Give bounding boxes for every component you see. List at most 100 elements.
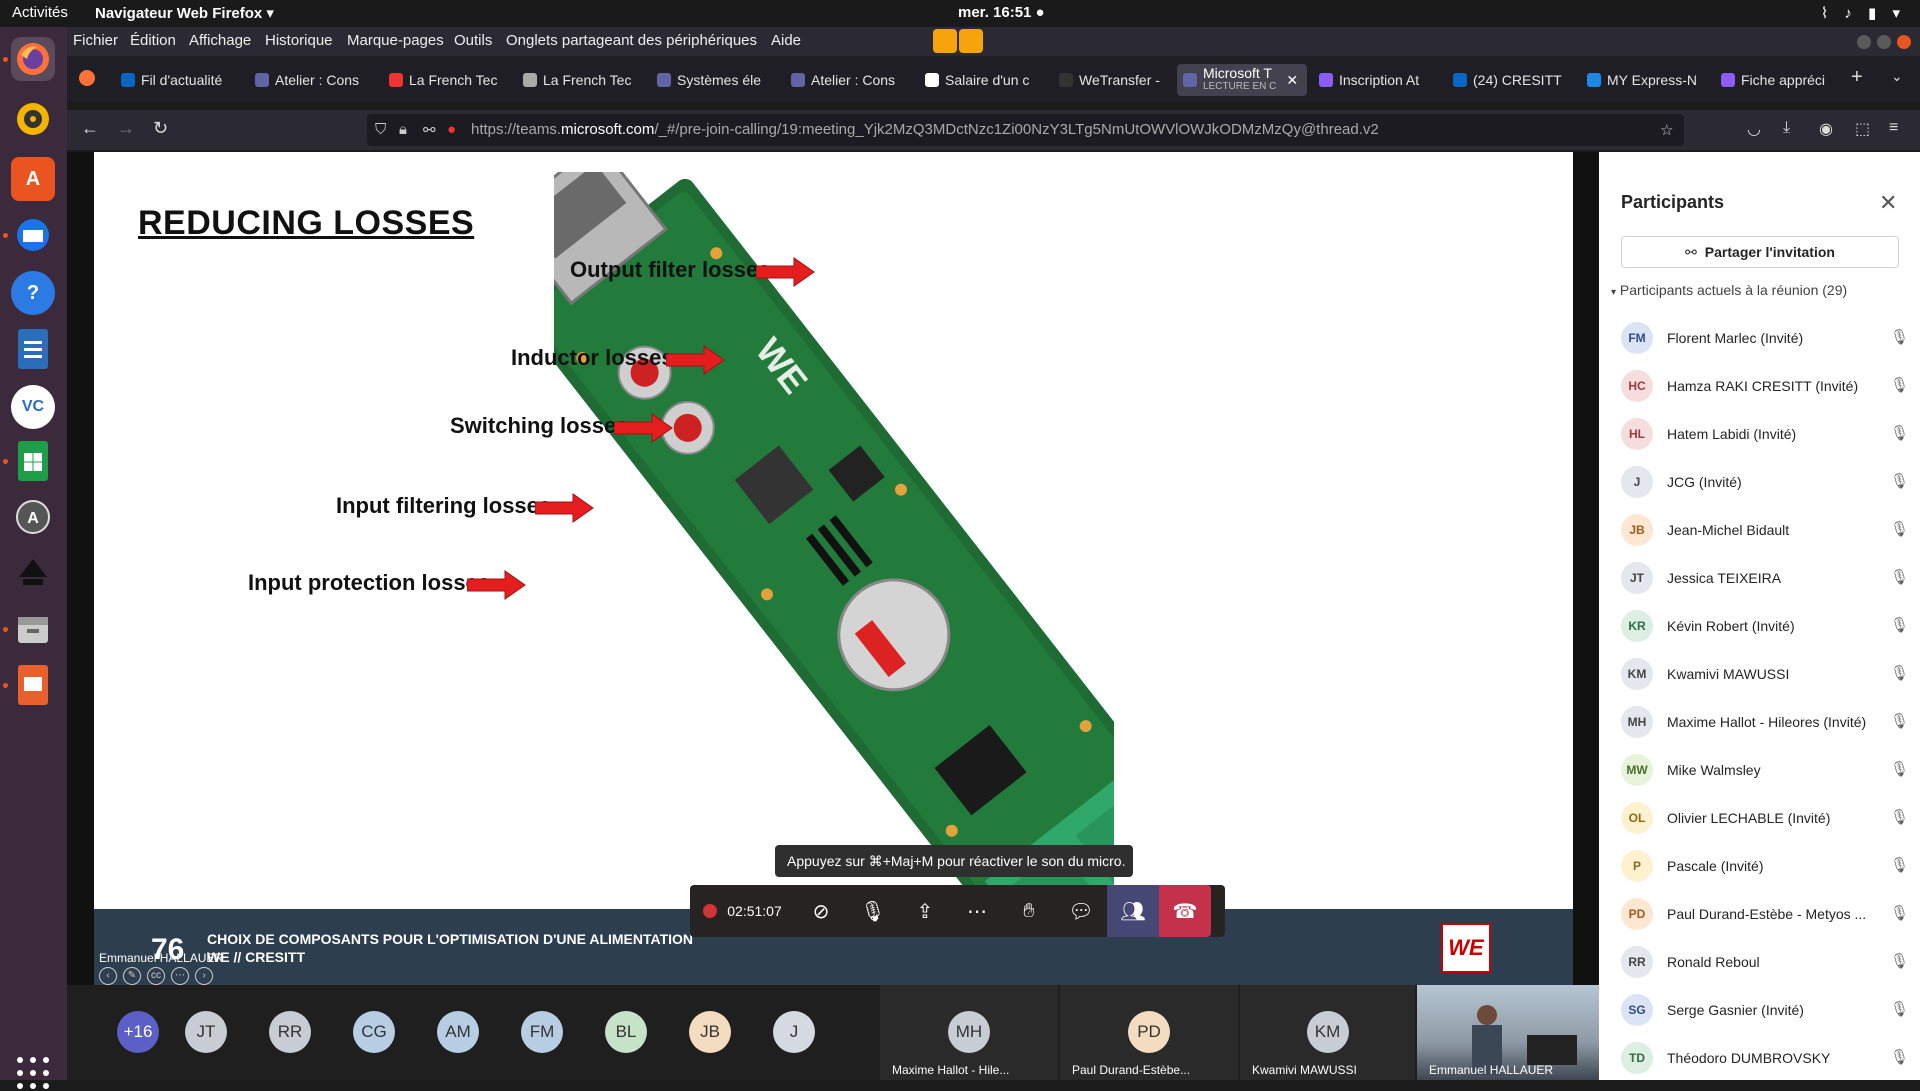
participant-row[interactable]: JT Jessica TEIXEIRA 🎙︎ <box>1621 554 1920 602</box>
menu-edition[interactable]: Édition <box>130 32 176 49</box>
close-icon[interactable]: ✕ <box>1879 190 1897 216</box>
tab-french-tech-2[interactable]: La French Tec <box>523 64 635 96</box>
tab-wetransfer[interactable]: WeTransfer - <box>1059 64 1171 96</box>
menu-aide[interactable]: Aide <box>771 32 801 49</box>
updater-icon[interactable]: A <box>11 495 55 539</box>
tab-french-tech-1[interactable]: La French Tec <box>389 64 501 96</box>
tab-atelier-1[interactable]: Atelier : Cons <box>255 64 367 96</box>
chat-button[interactable]: 💬︎ <box>1055 885 1107 937</box>
clock[interactable]: mer. 16:51 ● <box>958 4 1045 21</box>
menu-onglets-peripheriques[interactable]: Onglets partageant des périphériques <box>506 32 757 49</box>
window-close-button[interactable] <box>1897 35 1911 49</box>
participants-button[interactable]: 👥︎ <box>1107 885 1159 937</box>
activities-button[interactable]: Activités <box>12 4 68 21</box>
tab-fil-actualite[interactable]: Fil d'actualité <box>121 64 233 96</box>
participant-row[interactable]: TD Théodoro DUMBROVSKY 🎙︎ <box>1621 1034 1920 1082</box>
participant-row[interactable]: PD Paul Durand-Estèbe - Metyos ... 🎙︎ <box>1621 890 1920 938</box>
hamburger-menu-icon[interactable]: ≡ <box>1889 119 1898 137</box>
more-options-icon[interactable]: ⋯ <box>171 967 189 985</box>
veracrypt-icon[interactable]: VC <box>11 385 55 429</box>
captions-icon[interactable]: cc <box>147 967 165 985</box>
pocket-icon[interactable]: ◡ <box>1747 119 1761 139</box>
share-invitation-button[interactable]: ⚯ Partager l'invitation <box>1621 236 1899 268</box>
firefox-view-icon[interactable] <box>79 70 95 86</box>
account-icon[interactable]: ◉ <box>1819 119 1833 139</box>
software-center-icon[interactable]: A <box>11 157 55 201</box>
tab-close-icon[interactable]: ✕ <box>1286 72 1298 89</box>
reload-icon[interactable]: ↻ <box>153 118 168 139</box>
menu-historique[interactable]: Historique <box>265 32 333 49</box>
participant-tile[interactable]: MH Maxime Hallot - Hile... <box>880 985 1058 1080</box>
menu-outils[interactable]: Outils <box>454 32 492 49</box>
participant-tile[interactable]: PD Paul Durand-Estèbe... <box>1060 985 1238 1080</box>
downloads-icon[interactable]: ⤓ <box>1783 119 1790 137</box>
participant-row[interactable]: KR Kévin Robert (Invité) 🎙︎ <box>1621 602 1920 650</box>
app-menu[interactable]: Navigateur Web Firefox ▾ <box>95 4 274 22</box>
tab-salaire[interactable]: Salaire d'un c <box>925 64 1037 96</box>
files-icon[interactable] <box>11 607 55 651</box>
participant-tile[interactable]: KM Kwamivi MAWUSSI <box>1240 985 1415 1080</box>
microphone-icon[interactable]: ● <box>447 121 456 138</box>
participant-row[interactable]: P Pascale (Invité) 🎙︎ <box>1621 842 1920 890</box>
forward-icon[interactable]: → <box>117 118 135 139</box>
new-tab-icon[interactable]: + <box>1851 66 1863 89</box>
participant-avatar[interactable]: FM <box>521 1011 563 1053</box>
help-icon[interactable]: ? <box>11 271 55 315</box>
calc-icon[interactable] <box>11 439 55 483</box>
tab-microsoft-teams[interactable]: Microsoft T LECTURE EN C ✕ <box>1177 64 1307 96</box>
previous-slide-icon[interactable]: ‹ <box>99 967 117 985</box>
tab-inscription[interactable]: Inscription At <box>1319 64 1431 96</box>
presenter-video-tile[interactable]: Emmanuel HALLAUER <box>1417 985 1599 1080</box>
participant-row[interactable]: SG Serge Gasnier (Invité) 🎙︎ <box>1621 986 1920 1034</box>
camera-off-button[interactable]: ⊘ <box>795 885 847 937</box>
next-slide-icon[interactable]: › <box>195 967 213 985</box>
participant-row[interactable]: FM Florent Marlec (Invité) 🎙︎ <box>1621 314 1920 362</box>
participant-row[interactable]: HC Hamza RAKI CRESITT (Invité) 🎙︎ <box>1621 362 1920 410</box>
system-tray-icons[interactable]: ⌇ ♪ ▮ ▾ <box>1821 4 1906 22</box>
menu-marque-pages[interactable]: Marque-pages <box>347 32 444 49</box>
back-icon[interactable]: ← <box>81 118 99 139</box>
participant-avatar[interactable]: CG <box>353 1011 395 1053</box>
thunderbird-icon[interactable] <box>11 213 55 257</box>
tab-my-express[interactable]: MY Express-N <box>1587 64 1699 96</box>
leave-call-button[interactable]: ☎ <box>1159 885 1211 937</box>
participant-avatar[interactable]: JT <box>185 1011 227 1053</box>
tab-list-icon[interactable]: ⌄ <box>1891 68 1903 85</box>
participant-avatar[interactable]: J <box>773 1011 815 1053</box>
minimize-button[interactable] <box>1857 35 1871 49</box>
participant-avatar-overflow[interactable]: +16 <box>117 1011 159 1053</box>
inkscape-icon[interactable] <box>11 551 55 595</box>
tab-atelier-2[interactable]: Atelier : Cons <box>791 64 903 96</box>
tab-fiche[interactable]: Fiche appréci <box>1721 64 1833 96</box>
participant-row[interactable]: MW Mike Walmsley 🎙︎ <box>1621 746 1920 794</box>
lock-icon[interactable]: 🔒︎ <box>399 121 407 138</box>
participant-row[interactable]: OL Olivier LECHABLE (Invité) 🎙︎ <box>1621 794 1920 842</box>
permissions-icon[interactable]: ⚯ <box>423 121 436 139</box>
participants-section-header[interactable]: ▾ Participants actuels à la réunion (29) <box>1611 282 1847 298</box>
share-screen-button[interactable]: ⇪ <box>899 885 951 937</box>
more-actions-button[interactable]: ⋯ <box>951 885 1003 937</box>
participant-row[interactable]: J JCG (Invité) 🎙︎ <box>1621 458 1920 506</box>
menu-fichier[interactable]: Fichier <box>73 32 118 49</box>
pen-icon[interactable]: ✎ <box>123 967 141 985</box>
participant-row[interactable]: HL Hatem Labidi (Invité) 🎙︎ <box>1621 410 1920 458</box>
participant-row[interactable]: MH Maxime Hallot - Hileores (Invité) 🎙︎ <box>1621 698 1920 746</box>
maximize-button[interactable] <box>1877 35 1891 49</box>
bookmark-star-icon[interactable]: ☆ <box>1660 121 1673 139</box>
impress-icon[interactable] <box>11 663 55 707</box>
show-apps-icon[interactable] <box>17 1057 51 1091</box>
extensions-icon[interactable]: ⬚ <box>1855 119 1870 139</box>
tab-cresitt[interactable]: (24) CRESITT <box>1453 64 1565 96</box>
participant-avatar[interactable]: BL <box>605 1011 647 1053</box>
rhythmbox-icon[interactable] <box>11 97 55 141</box>
menu-affichage[interactable]: Affichage <box>189 32 251 49</box>
mic-off-button[interactable]: 🎙︎ <box>847 885 899 937</box>
participant-row[interactable]: JB Jean-Michel Bidault 🎙︎ <box>1621 506 1920 554</box>
firefox-icon[interactable] <box>11 37 55 81</box>
participant-avatar[interactable]: JB <box>689 1011 731 1053</box>
shield-icon[interactable]: ⛉ <box>375 121 386 138</box>
participant-avatar[interactable]: RR <box>269 1011 311 1053</box>
tab-systemes[interactable]: Systèmes éle <box>657 64 769 96</box>
participant-row[interactable]: RR Ronald Reboul 🎙︎ <box>1621 938 1920 986</box>
participant-row[interactable]: KM Kwamivi MAWUSSI 🎙︎ <box>1621 650 1920 698</box>
